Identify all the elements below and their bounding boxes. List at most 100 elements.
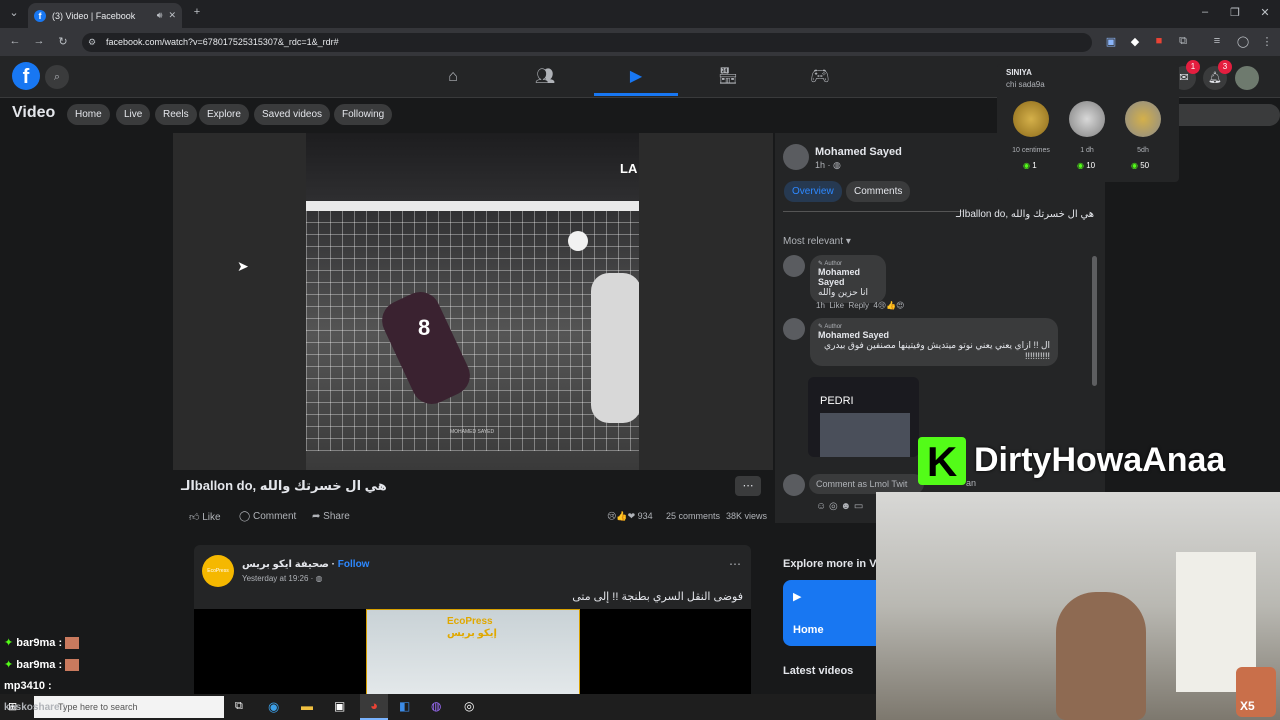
- comment-button[interactable]: ◯ Comment: [239, 511, 296, 522]
- ecopress-logo-ar: إيكو بريس: [447, 628, 497, 639]
- comment-image[interactable]: PEDRI: [808, 377, 919, 457]
- obs-icon[interactable]: ◎: [464, 699, 474, 713]
- like-button[interactable]: 👍︎ Like: [189, 511, 221, 523]
- minimize-icon[interactable]: –: [1198, 6, 1212, 18]
- nav-video-icon[interactable]: ▶: [594, 62, 678, 96]
- share-button[interactable]: ➦ Share: [312, 511, 350, 522]
- chat-username: bar9ma :: [16, 637, 63, 649]
- stream-coins-overlay: SINIYA chi sada9a 10 centimes 1 dh 5dh ◉…: [997, 64, 1179, 182]
- page-name[interactable]: صحيفة ايكو بريس: [242, 559, 329, 570]
- comment-author[interactable]: Mohamed Sayed: [818, 267, 878, 287]
- pill-saved-videos[interactable]: Saved videos: [254, 104, 331, 125]
- sticker-icon[interactable]: ☺: [816, 501, 826, 512]
- chat-emote: [65, 659, 80, 672]
- coin-circle-icon: ◉: [1077, 161, 1084, 170]
- comment-time: 1h: [816, 301, 825, 310]
- facebook-logo[interactable]: f: [12, 62, 40, 90]
- nav-marketplace-icon[interactable]: 🏪︎: [683, 62, 773, 96]
- store-icon[interactable]: ▣: [334, 699, 345, 713]
- tab-comments[interactable]: Comments: [846, 181, 911, 202]
- nav-friends-icon[interactable]: 👥︎: [500, 62, 590, 96]
- pill-home[interactable]: Home: [67, 104, 110, 125]
- comment-image-photo: [820, 413, 910, 457]
- pill-explore[interactable]: Explore: [199, 104, 249, 125]
- media-control-icon[interactable]: ≡: [1210, 35, 1224, 47]
- post2-more-icon[interactable]: ⋯: [729, 557, 741, 571]
- video-frame[interactable]: 8 LA MOHAMED SAYED: [306, 133, 639, 470]
- mouse-cursor-icon: ➤: [237, 258, 249, 274]
- pill-live[interactable]: Live: [116, 104, 151, 125]
- author-name[interactable]: Mohamed Sayed: [815, 146, 902, 158]
- pill-reels[interactable]: Reels: [155, 104, 197, 125]
- task-view-icon[interactable]: ⧉: [235, 700, 243, 713]
- views-count: 38K views: [726, 511, 768, 521]
- tab-overview[interactable]: Overview: [784, 181, 842, 202]
- post-time-text: 1h: [815, 160, 826, 170]
- coin-value: ◉ 10: [1077, 161, 1095, 170]
- feed-post: EcoPress صحيفة ايكو بريس · Follow Yester…: [194, 545, 751, 695]
- emoji-icon[interactable]: ☻: [841, 501, 852, 512]
- comment-reactions-icon: 😢👍😍: [877, 301, 905, 310]
- extension-red-icon[interactable]: ■: [1152, 35, 1166, 47]
- camera-icon[interactable]: ◎: [829, 501, 838, 512]
- chrome-menu-icon[interactable]: ⋮: [1260, 35, 1274, 48]
- goalkeeper-figure: [591, 273, 639, 423]
- profile-icon[interactable]: ◯: [1236, 35, 1250, 48]
- sort-label: Most relevant: [783, 236, 844, 247]
- comment-author[interactable]: Mohamed Sayed: [818, 330, 1050, 340]
- share-label: Share: [323, 511, 350, 522]
- reload-icon[interactable]: ↻: [56, 35, 70, 48]
- speaker-icon[interactable]: 🔊︎: [157, 10, 163, 21]
- post2-time: Yesterday at 19:26 · ◍: [242, 574, 323, 583]
- file-explorer-icon[interactable]: ▬: [301, 699, 313, 713]
- chat-badge-icon: ✦: [4, 637, 14, 649]
- tab-title: (3) Video | Facebook: [52, 10, 136, 21]
- commenter-avatar[interactable]: [783, 318, 805, 340]
- new-tab-icon[interactable]: +: [190, 6, 204, 18]
- address-bar[interactable]: ⚙ facebook.com/watch?v=678017525315307&_…: [82, 33, 1092, 52]
- account-avatar[interactable]: [1235, 66, 1259, 90]
- chrome-taskbar-button[interactable]: ◕: [360, 694, 388, 720]
- comment-like-button[interactable]: Like: [829, 301, 844, 310]
- gif-icon[interactable]: ▭: [854, 501, 863, 512]
- close-tab-icon[interactable]: ✕: [168, 10, 176, 21]
- comment-reply-button[interactable]: Reply: [849, 301, 869, 310]
- outlook-icon[interactable]: ◧: [399, 699, 410, 713]
- video-home-icon: ▶: [793, 591, 802, 603]
- follow-button[interactable]: Follow: [338, 559, 370, 570]
- coin-value-text: 50: [1140, 161, 1150, 170]
- forward-icon[interactable]: →: [32, 35, 46, 47]
- more-options-icon[interactable]: ⋯: [735, 476, 761, 496]
- edge-icon[interactable]: ◉: [268, 699, 279, 715]
- comment-icon: ◯: [239, 511, 251, 522]
- tab-list-icon[interactable]: ⌄: [6, 6, 22, 19]
- window-close-icon[interactable]: ✕: [1258, 6, 1272, 19]
- site-info-icon[interactable]: ⚙: [88, 33, 96, 52]
- restore-icon[interactable]: ❐: [1228, 6, 1242, 19]
- pill-following[interactable]: Following: [334, 104, 393, 125]
- coin-label: 10 centimes: [1012, 147, 1050, 154]
- comment-input[interactable]: Comment as Lmol Twit: [809, 474, 924, 494]
- translate-extension-icon[interactable]: ▣: [1104, 35, 1118, 48]
- nav-home-icon[interactable]: ⌂: [408, 62, 498, 96]
- back-icon[interactable]: ←: [8, 35, 22, 47]
- nav-gaming-icon[interactable]: 🎮︎: [775, 62, 865, 96]
- explore-home-card[interactable]: ▶ Home: [783, 580, 876, 646]
- page-avatar[interactable]: EcoPress: [202, 555, 234, 587]
- app-icon[interactable]: ◍: [431, 699, 441, 713]
- comments-scrollbar[interactable]: [1092, 256, 1097, 386]
- post-title: الـballon do, هي ال خسرتك والله: [181, 478, 387, 493]
- browser-tab[interactable]: f (3) Video | Facebook 🔊︎ ✕: [28, 3, 182, 28]
- commenter-avatar[interactable]: [783, 255, 805, 277]
- author-avatar[interactable]: [783, 144, 809, 170]
- post2-media[interactable]: EcoPress إيكو بريس: [194, 609, 751, 695]
- search-icon[interactable]: ⌕: [45, 65, 69, 89]
- jersey-number: 8: [418, 315, 431, 340]
- reactions-summary[interactable]: 😢👍❤ 934: [607, 511, 653, 522]
- comments-count[interactable]: 25 comments: [666, 511, 720, 521]
- sort-dropdown[interactable]: Most relevant ▾: [783, 236, 851, 247]
- notifications-badge: 3: [1218, 60, 1232, 74]
- coin-value-text: 1: [1032, 161, 1037, 170]
- extension-diamond-icon[interactable]: ◆: [1128, 35, 1142, 48]
- extensions-puzzle-icon[interactable]: ⧉: [1176, 35, 1190, 48]
